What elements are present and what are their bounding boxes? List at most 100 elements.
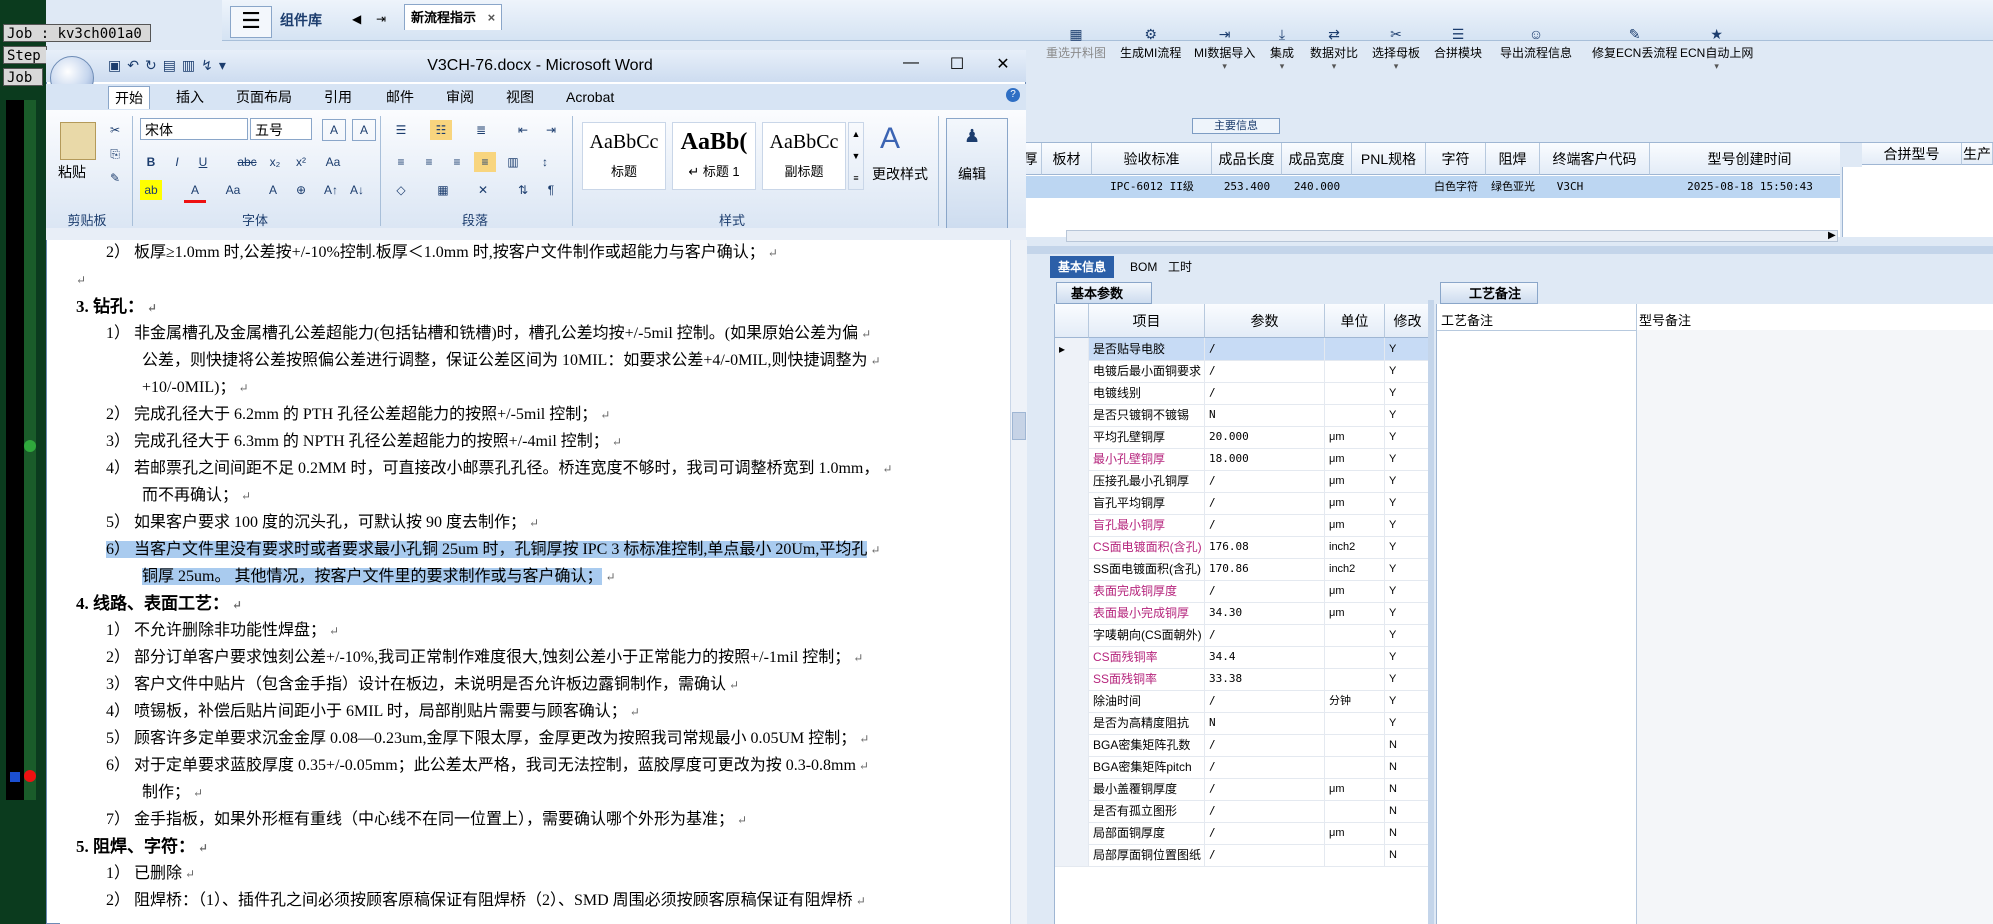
param-unit[interactable] xyxy=(1325,382,1385,404)
format-painter-icon[interactable]: ✎ xyxy=(104,168,126,188)
grid-cell[interactable]: 2025-08-18 15:50:43 xyxy=(1650,176,1850,198)
tab-work-hours[interactable]: 工时 xyxy=(1160,256,1200,278)
param-item[interactable]: 最小盖覆铜厚度 xyxy=(1089,778,1205,800)
row-indicator[interactable] xyxy=(1055,668,1089,690)
param-flag[interactable]: Y xyxy=(1385,646,1431,668)
row-indicator[interactable] xyxy=(1055,426,1089,448)
param-item[interactable]: 表面完成铜厚度 xyxy=(1089,580,1205,602)
row-indicator[interactable] xyxy=(1055,382,1089,404)
param-unit[interactable]: μm xyxy=(1325,470,1385,492)
scroll-thumb[interactable] xyxy=(1012,412,1026,440)
row-indicator[interactable] xyxy=(1055,360,1089,382)
decrease-indent-icon[interactable]: ⇤ xyxy=(512,120,534,140)
param-flag[interactable]: N xyxy=(1385,800,1431,822)
param-flag[interactable]: Y xyxy=(1385,404,1431,426)
table-row[interactable]: CS面电镀面积(含孔) 176.08 inch2 Y xyxy=(1055,536,1431,559)
param-unit[interactable]: μm xyxy=(1325,778,1385,800)
table-row[interactable]: 是否有孤立图形 / N xyxy=(1055,800,1431,823)
document-line[interactable]: 4） 若邮票孔之间间距不足 0.2MM 时，可直接改小邮票孔孔径。桥连宽度不够时… xyxy=(106,456,1000,482)
toolbar-button-reselect[interactable]: ▦ 重选开料图 xyxy=(1046,26,1106,61)
sort-icon[interactable]: ⇅ xyxy=(512,180,534,200)
params-header-item[interactable]: 项目 xyxy=(1089,304,1205,338)
row-indicator[interactable] xyxy=(1055,690,1089,712)
quick-access-icons[interactable]: ▣↶↻▤▥↯▾ xyxy=(108,57,232,74)
font-grow-icon[interactable]: A xyxy=(322,119,346,141)
param-unit[interactable]: μm xyxy=(1325,448,1385,470)
table-row[interactable]: 除油时间 / 分钟 Y xyxy=(1055,690,1431,713)
table-row[interactable]: 表面最小完成铜厚 34.30 μm Y xyxy=(1055,602,1431,625)
param-flag[interactable]: Y xyxy=(1385,558,1431,580)
distribute-icon[interactable]: ▥ xyxy=(502,152,524,172)
param-unit[interactable]: μm xyxy=(1325,602,1385,624)
table-row[interactable]: 电镀后最小面铜要求 / Y xyxy=(1055,360,1431,383)
styles-scroll[interactable]: ▲ ▼ ≡ xyxy=(848,122,864,190)
shading-icon[interactable]: ◇ xyxy=(390,180,412,200)
param-item[interactable]: 盲孔平均铜厚 xyxy=(1089,492,1205,514)
document-line[interactable]: 1） 已删除 ↵ xyxy=(106,861,1000,887)
document-line[interactable]: 1） 不允许删除非功能性焊盘； ↵ xyxy=(106,618,1000,644)
param-flag[interactable]: N xyxy=(1385,822,1431,844)
param-item[interactable]: 最小孔壁铜厚 xyxy=(1089,448,1205,470)
param-flag[interactable]: Y xyxy=(1385,602,1431,624)
model-notes-body[interactable] xyxy=(1637,330,1993,924)
bullets-icon[interactable]: ☰ xyxy=(390,120,412,140)
param-value[interactable]: 170.86 xyxy=(1205,558,1325,580)
param-flag[interactable]: Y xyxy=(1385,470,1431,492)
param-flag[interactable]: Y xyxy=(1385,382,1431,404)
param-unit[interactable]: μm xyxy=(1325,426,1385,448)
param-flag[interactable]: Y xyxy=(1385,712,1431,734)
table-row[interactable]: SS面残铜率 33.38 Y xyxy=(1055,668,1431,691)
params-header-value[interactable]: 参数 xyxy=(1205,304,1325,338)
param-flag[interactable]: Y xyxy=(1385,580,1431,602)
document-line[interactable]: ↵ xyxy=(76,267,1000,293)
tab-basic-info[interactable]: 基本信息 xyxy=(1050,256,1115,278)
document-line[interactable]: 2） 板厚≥1.0mm 时,公差按+/-10%控制.板厚＜1.0mm 时,按客户… xyxy=(106,240,1000,266)
param-item[interactable]: CS面残铜率 xyxy=(1089,646,1205,668)
param-value[interactable]: 20.000 xyxy=(1205,426,1325,448)
increase-indent-icon[interactable]: ⇥ xyxy=(540,120,562,140)
tab-basic-params[interactable]: 基本参数 xyxy=(1056,282,1152,304)
borders-icon[interactable]: ▦ xyxy=(432,180,454,200)
param-unit[interactable] xyxy=(1325,734,1385,756)
param-flag[interactable]: N xyxy=(1385,778,1431,800)
document-line[interactable]: 1） 非金属槽孔及金属槽孔公差超能力(包括钻槽和铣槽)时，槽孔公差均按+/-5m… xyxy=(106,321,1000,347)
param-value[interactable]: / xyxy=(1205,756,1325,778)
row-indicator[interactable] xyxy=(1055,844,1089,866)
style-heading-1[interactable]: AaBb(↵ 标题 1 xyxy=(672,122,756,190)
param-value[interactable]: / xyxy=(1205,844,1325,866)
tab-new-flow[interactable]: 新流程指示 × xyxy=(404,4,502,30)
line-spacing-icon[interactable]: ↕ xyxy=(534,152,556,172)
asian-layout-icon[interactable]: ✕ xyxy=(472,180,494,200)
param-value[interactable]: / xyxy=(1205,338,1325,360)
table-row[interactable]: 压接孔最小孔铜厚 / μm Y xyxy=(1055,470,1431,493)
scroll-right-icon[interactable]: ▶ xyxy=(1828,230,1836,241)
param-unit[interactable]: inch2 xyxy=(1325,536,1385,558)
param-value[interactable]: / xyxy=(1205,690,1325,712)
row-indicator[interactable] xyxy=(1055,536,1089,558)
row-indicator[interactable] xyxy=(1055,580,1089,602)
param-item[interactable]: 盲孔最小铜厚 xyxy=(1089,514,1205,536)
param-value[interactable]: 33.38 xyxy=(1205,668,1325,690)
param-value[interactable]: / xyxy=(1205,822,1325,844)
table-row[interactable]: 字唛朝向(CS面朝外) / Y xyxy=(1055,624,1431,647)
param-item[interactable]: 局部面铜厚度 xyxy=(1089,822,1205,844)
document-line[interactable]: 5） 顾客许多定单要求沉金金厚 0.08—0.23um,金厚下限太厚，金厚更改为… xyxy=(106,726,1000,752)
underline-icon[interactable]: U xyxy=(192,152,214,172)
row-indicator[interactable] xyxy=(1055,734,1089,756)
row-indicator[interactable] xyxy=(1055,646,1089,668)
font-color-icon[interactable]: A xyxy=(184,180,206,203)
document-line[interactable]: +10/-0MIL)； ↵ xyxy=(142,375,1000,401)
change-case-icon[interactable]: Aa xyxy=(322,152,344,172)
row-indicator[interactable] xyxy=(1055,822,1089,844)
panel-pin-icon[interactable]: ⇥ xyxy=(376,12,386,26)
change-styles-button[interactable]: 更改样式 xyxy=(872,164,928,184)
row-indicator[interactable] xyxy=(1055,624,1089,646)
toolbar-button-ecn-online[interactable]: ★ ECN自动上网 ▾ xyxy=(1680,26,1753,72)
params-header-modify[interactable]: 修改 xyxy=(1385,304,1431,338)
param-item[interactable]: 是否贴导电胶 xyxy=(1089,338,1205,360)
table-row[interactable]: ▸ 是否贴导电胶 / Y xyxy=(1055,338,1431,361)
terminal-job-button[interactable]: Job xyxy=(3,68,43,86)
grid-header[interactable]: 型号创建时间 xyxy=(1650,143,1850,175)
copy-icon[interactable]: ⎘ xyxy=(104,144,126,164)
param-unit[interactable]: 分钟 xyxy=(1325,690,1385,712)
